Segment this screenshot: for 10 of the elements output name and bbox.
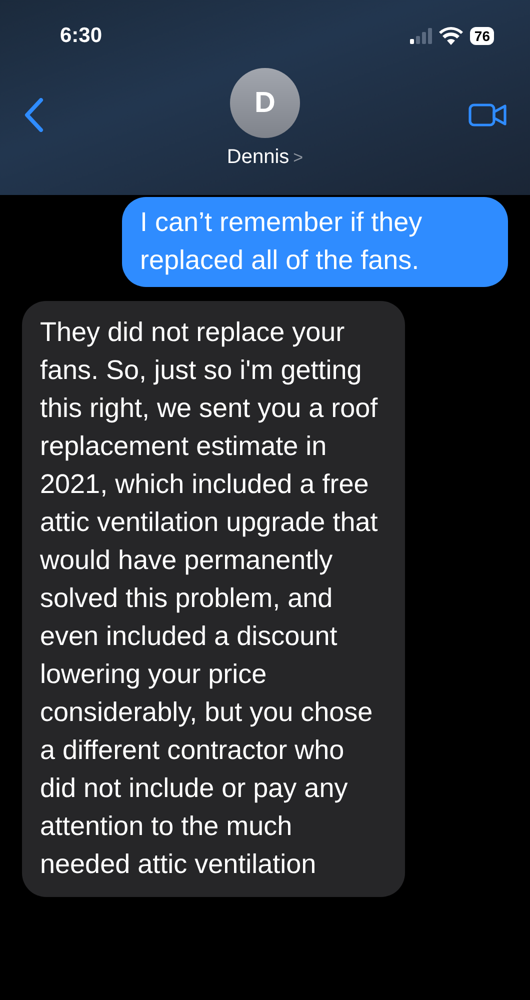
back-icon[interactable]: [24, 98, 44, 132]
received-message: They did not replace your fans. So, just so i'm getting this right, we sent you a roof replacement estimate in 2021, which included a free attic ventilation upgrade that would have permanently solved this problem, and even included a discount lowering your price considerably, but you chose a different contractor who did not include or pay any attention to the much needed attic ventilation: [22, 301, 405, 897]
chevron-icon: >: [293, 148, 304, 168]
video-call-icon[interactable]: [468, 102, 508, 128]
wifi-icon: [439, 27, 464, 45]
sent-message: I can’t remember if they replaced all of the fans.: [122, 197, 508, 287]
contact-name[interactable]: Dennis: [226, 146, 290, 169]
status-time: 6:30: [60, 24, 102, 48]
signal-icon: [410, 28, 432, 44]
battery-level: 76: [470, 27, 494, 45]
